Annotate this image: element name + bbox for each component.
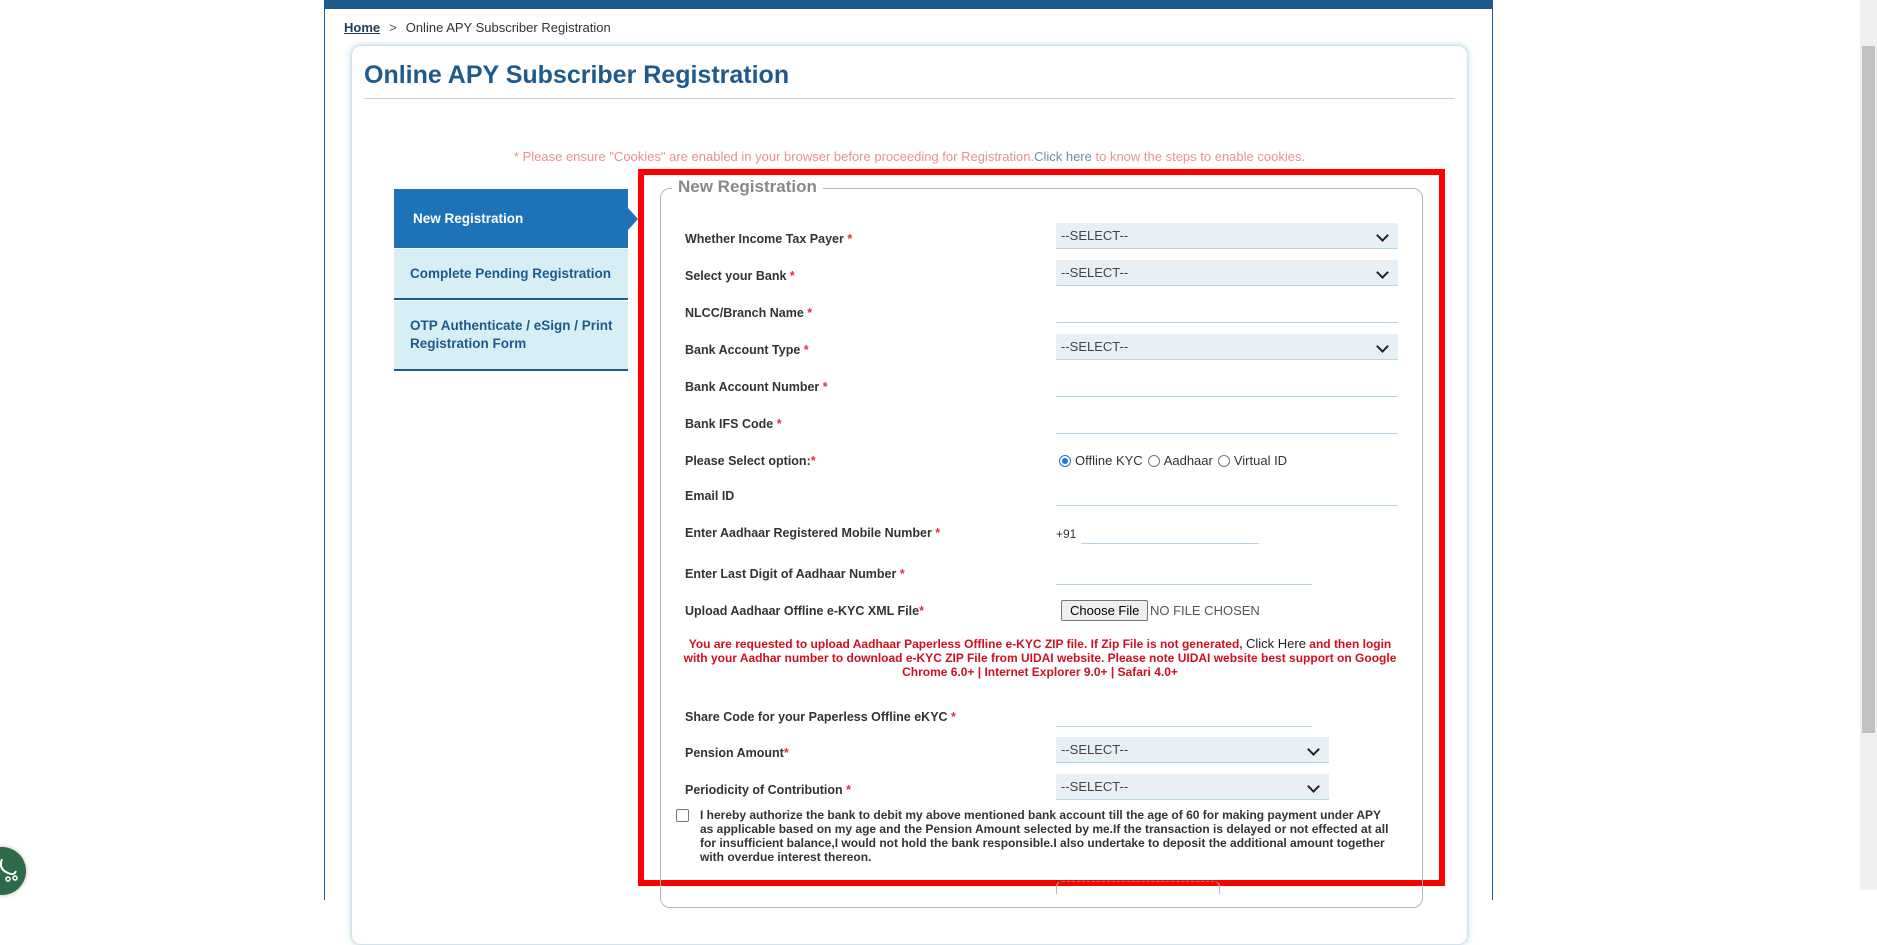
uidai-click-here-link[interactable]: Click Here [1246, 636, 1306, 651]
radio-offline-kyc[interactable] [1059, 454, 1071, 467]
upload-label: Upload Aadhaar Offline e-KYC XML File* [685, 604, 924, 618]
tab-label: New Registration [413, 211, 524, 226]
radio-aadhaar[interactable] [1147, 454, 1160, 467]
share-code-input[interactable] [1056, 703, 1312, 727]
chevron-down-icon [1376, 340, 1389, 353]
breadcrumb: Home > Online APY Subscriber Registration [344, 20, 611, 35]
tab-otp-esign-print[interactable]: OTP Authenticate / eSign / Print Registr… [394, 301, 628, 371]
mobile-prefix: +91 [1056, 527, 1077, 541]
cookie-here-link[interactable]: here [1062, 149, 1092, 164]
required-mark: * [935, 526, 941, 540]
registration-fieldset [660, 188, 1423, 908]
periodicity-select[interactable]: --SELECT-- [1056, 774, 1329, 800]
kyc-option-label: Please Select option:* [685, 454, 816, 468]
required-mark: * [846, 783, 851, 797]
income-tax-label: Whether Income Tax Payer * [685, 232, 853, 246]
radio-virtual-id[interactable] [1217, 454, 1230, 467]
cookie-click-link[interactable]: Click [1034, 149, 1062, 164]
required-mark: * [822, 380, 828, 394]
accessibility-icon [0, 858, 18, 882]
breadcrumb-separator: > [389, 20, 397, 35]
required-mark: * [899, 567, 905, 581]
tab-label: Complete Pending Registration [410, 266, 612, 281]
branch-label: NLCC/Branch Name * [685, 306, 813, 320]
tab-complete-pending-registration[interactable]: Complete Pending Registration [394, 249, 628, 300]
pension-amount-label: Pension Amount* [685, 746, 789, 760]
chevron-down-icon [1307, 743, 1320, 756]
required-mark: * [919, 604, 924, 618]
bank-select[interactable]: --SELECT-- [1056, 260, 1398, 286]
active-tab-arrow-icon [628, 208, 638, 230]
upload-instructions: You are requested to upload Aadhaar Pape… [680, 636, 1400, 680]
cookie-notice-suffix: to know the steps to enable cookies. [1091, 149, 1306, 164]
header-bar [324, 0, 1493, 9]
upload-note-text: You are requested to upload Aadhaar Pape… [688, 637, 1246, 651]
required-mark: * [783, 746, 789, 760]
mobile-label: Enter Aadhaar Registered Mobile Number * [685, 526, 941, 540]
fieldset-legend: New Registration [672, 177, 823, 197]
last-digit-label: Enter Last Digit of Aadhaar Number * [685, 567, 905, 581]
email-input[interactable] [1056, 482, 1398, 506]
account-type-select[interactable]: --SELECT-- [1056, 334, 1398, 360]
accessibility-button[interactable] [0, 847, 26, 895]
chevron-down-icon [1307, 780, 1320, 793]
radio-label: Aadhaar [1163, 453, 1213, 468]
ifsc-label: Bank IFS Code * [685, 417, 782, 431]
periodicity-label: Periodicity of Contribution * [685, 783, 851, 797]
radio-label: Offline KYC [1075, 453, 1143, 468]
account-type-label: Bank Account Type * [685, 343, 809, 357]
required-mark: * [810, 454, 816, 468]
required-mark: * [807, 306, 813, 320]
chevron-down-icon [1376, 229, 1389, 242]
bank-label: Select your Bank * [685, 269, 795, 283]
income-tax-select[interactable]: --SELECT-- [1056, 223, 1398, 249]
radio-label: Virtual ID [1233, 453, 1288, 468]
email-label: Email ID [685, 489, 735, 503]
required-mark: * [789, 269, 795, 283]
kyc-option-radio-group: Offline KYC Aadhaar Virtual ID [1059, 453, 1292, 468]
tab-label: OTP Authenticate / eSign / Print Registr… [410, 318, 613, 351]
pension-amount-select[interactable]: --SELECT-- [1056, 737, 1329, 763]
cookie-notice-text: * Please ensure "Cookies" are enabled in… [513, 149, 1035, 164]
cookie-notice: * Please ensure "Cookies" are enabled in… [351, 149, 1468, 164]
consent-text: I hereby authorize the bank to debit my … [700, 808, 1389, 864]
chevron-down-icon [1376, 266, 1389, 279]
share-code-label: Share Code for your Paperless Offline eK… [685, 710, 956, 724]
file-status: NO FILE CHOSEN [1150, 603, 1260, 618]
required-mark: * [951, 710, 956, 724]
choose-file-button[interactable]: Choose File [1061, 600, 1149, 621]
captcha-box [1056, 881, 1220, 894]
required-mark: * [776, 417, 782, 431]
branch-name-input[interactable] [1056, 299, 1398, 323]
required-mark: * [847, 232, 853, 246]
account-number-input[interactable] [1056, 373, 1398, 397]
tab-new-registration[interactable]: New Registration [394, 189, 628, 248]
consent-checkbox[interactable] [676, 809, 689, 822]
ifsc-input[interactable] [1056, 410, 1398, 434]
account-number-label: Bank Account Number * [685, 380, 828, 394]
page-title: Online APY Subscriber Registration [364, 61, 790, 89]
aadhaar-last-digit-input[interactable] [1056, 561, 1312, 585]
breadcrumb-current: Online APY Subscriber Registration [405, 20, 611, 35]
mobile-number-input[interactable] [1081, 520, 1259, 544]
scrollbar-thumb[interactable] [1862, 46, 1875, 733]
required-mark: * [803, 343, 809, 357]
title-divider [364, 98, 1455, 99]
breadcrumb-home-link[interactable]: Home [344, 20, 380, 35]
